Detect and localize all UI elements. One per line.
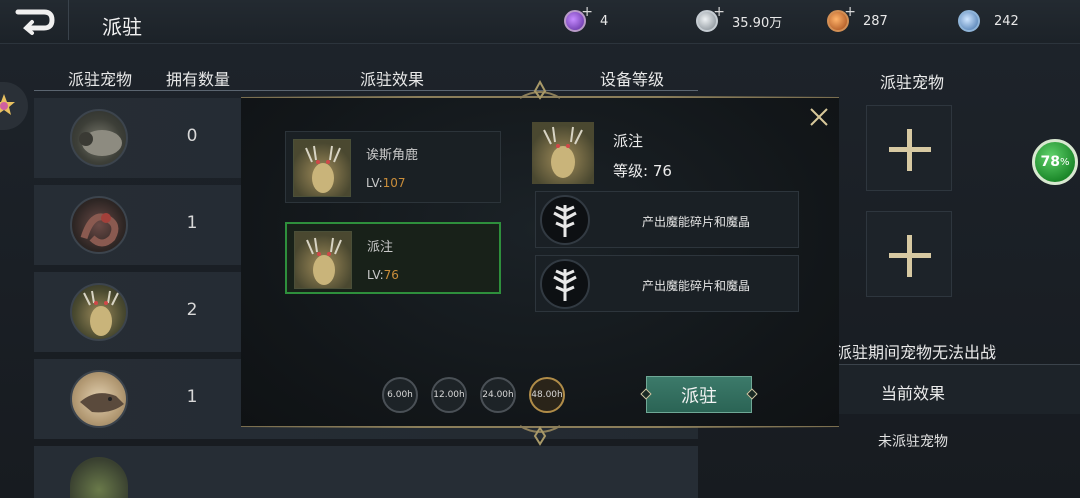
progress-unit: % xyxy=(1059,156,1070,168)
pet-count: 2 xyxy=(186,300,198,320)
pet-name: 派注 xyxy=(367,240,394,255)
current-effect-label: 当前效果 xyxy=(881,384,946,403)
header-divider xyxy=(34,90,698,91)
plus-icon[interactable]: + xyxy=(844,5,856,19)
deploy-button[interactable]: 派驻 xyxy=(646,376,752,413)
level-prefix: LV: xyxy=(367,268,384,282)
deer-pet-icon xyxy=(293,139,351,197)
detail-pet-icon xyxy=(532,122,594,184)
level-value: 76 xyxy=(383,268,399,282)
side-tab[interactable] xyxy=(0,82,28,130)
back-button[interactable] xyxy=(14,6,56,36)
modal-pet-card-selected[interactable]: 派注 LV:76 xyxy=(285,222,501,294)
pet-count: 0 xyxy=(186,126,198,146)
pet-slot[interactable] xyxy=(866,211,952,297)
no-pet-text: 未派驻宠物 xyxy=(878,434,948,450)
duration-button[interactable]: 24.00h xyxy=(480,377,516,413)
currency-purple-gem[interactable]: + 4 xyxy=(564,5,609,35)
wolf-pet-icon xyxy=(70,370,128,428)
progress-badge[interactable]: 78% xyxy=(1032,139,1078,185)
pet-count: 1 xyxy=(186,213,198,233)
column-header-effect: 派驻效果 xyxy=(360,70,425,89)
pet-slot[interactable] xyxy=(866,105,952,191)
sheep-pet-icon xyxy=(70,109,128,167)
pet-name: 诶斯角鹿 xyxy=(366,148,419,163)
top-bar: 派驻 + 4 + 35.90万 + 287 242 xyxy=(0,0,1080,44)
star-icon xyxy=(0,94,15,115)
currency-blue-crystal[interactable]: 242 xyxy=(958,7,1019,35)
back-arrow-icon xyxy=(15,9,55,35)
blue-crystal-icon xyxy=(958,10,980,32)
plus-icon[interactable]: + xyxy=(581,5,593,19)
duration-button[interactable]: 6.00h xyxy=(382,377,418,413)
close-button[interactable] xyxy=(806,104,832,130)
pet-level: LV:107 xyxy=(366,176,406,190)
currency-value: 35.90万 xyxy=(732,15,783,31)
duration-button-selected[interactable]: 48.00h xyxy=(529,377,565,413)
progress-value: 78 xyxy=(1040,154,1060,170)
level-value: 76 xyxy=(652,162,672,180)
pet-level: LV:76 xyxy=(367,268,399,282)
ornament-icon xyxy=(519,80,561,100)
deer-pet-icon xyxy=(294,231,352,289)
serpent-pet-icon xyxy=(70,196,128,254)
modal-pet-card[interactable]: 诶斯角鹿 LV:107 xyxy=(285,131,501,203)
detail-pet-name: 派注 xyxy=(613,132,644,150)
close-icon xyxy=(810,108,828,126)
effect-text: 产出魔能碎片和魔晶 xyxy=(642,215,751,229)
effect-row: 产出魔能碎片和魔晶 xyxy=(535,191,799,248)
effect-text: 产出魔能碎片和魔晶 xyxy=(642,279,751,293)
silver-coin-icon: + xyxy=(696,5,725,32)
list-item[interactable] xyxy=(34,446,698,498)
plus-icon[interactable]: + xyxy=(713,5,725,19)
topbar-divider xyxy=(68,0,69,40)
deer-pet-icon xyxy=(70,283,128,341)
currency-value: 242 xyxy=(994,13,1019,29)
plant-pet-icon xyxy=(70,457,128,498)
column-header-level: 设备等级 xyxy=(600,70,665,89)
level-prefix: LV: xyxy=(366,176,383,190)
deploy-notice: 派驻期间宠物无法出战 xyxy=(836,343,997,362)
purple-gem-icon: + xyxy=(564,5,593,32)
effect-row: 产出魔能碎片和魔晶 xyxy=(535,255,799,312)
crystal-shard-icon xyxy=(540,195,590,245)
level-value: 107 xyxy=(382,176,406,190)
duration-button[interactable]: 12.00h xyxy=(431,377,467,413)
ornament-icon xyxy=(519,425,561,446)
orange-orb-icon: + xyxy=(827,5,856,32)
column-header-pet: 派驻宠物 xyxy=(68,70,133,89)
detail-pet-level: 等级: 76 xyxy=(613,160,672,181)
currency-value: 4 xyxy=(600,13,609,29)
page-title: 派驻 xyxy=(102,15,142,39)
level-label: 等级: xyxy=(613,162,649,180)
currency-silver-coin[interactable]: + 35.90万 xyxy=(696,5,783,35)
current-effect-header xyxy=(836,364,1080,414)
column-header-count: 拥有数量 xyxy=(166,70,231,89)
currency-value: 287 xyxy=(863,13,888,29)
crystal-shard-icon xyxy=(540,259,590,309)
pet-count: 1 xyxy=(186,387,198,407)
right-panel-title: 派驻宠物 xyxy=(880,73,945,92)
currency-orange-orb[interactable]: + 287 xyxy=(827,5,888,35)
